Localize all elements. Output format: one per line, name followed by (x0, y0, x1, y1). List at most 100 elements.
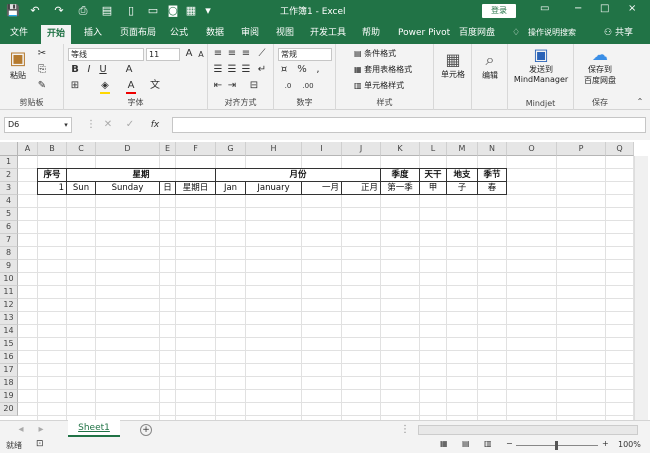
row-header[interactable]: 6 (0, 221, 18, 234)
column-header[interactable]: F (176, 142, 216, 156)
quick-print-icon[interactable]: ▤ (100, 3, 114, 19)
row-header[interactable]: 13 (0, 312, 18, 325)
phonetic-guide-icon[interactable]: 文 (150, 80, 160, 92)
cancel-icon[interactable]: ✕ (102, 119, 114, 131)
tab-insert[interactable]: 插入 (84, 26, 102, 42)
font-color-icon[interactable]: A (126, 80, 136, 94)
row-header[interactable]: 18 (0, 377, 18, 390)
row-header[interactable]: 3 (0, 182, 18, 195)
accounting-icon[interactable]: ¤ (278, 64, 290, 76)
decrease-indent-icon[interactable]: ⇤ (212, 80, 224, 92)
new-icon[interactable]: ▯ (124, 3, 138, 19)
column-header[interactable]: M (447, 142, 478, 156)
align-right-icon[interactable]: ☰ (240, 64, 252, 76)
horizontal-scrollbar[interactable] (418, 425, 638, 435)
data-cell[interactable]: 日 (160, 182, 175, 194)
data-cell[interactable]: Sunday (96, 182, 159, 194)
column-header[interactable]: J (342, 142, 381, 156)
column-header[interactable]: I (302, 142, 342, 156)
page-break-view-icon[interactable]: ▥ (484, 439, 492, 448)
column-header[interactable]: N (478, 142, 507, 156)
column-header[interactable]: G (216, 142, 246, 156)
tab-data[interactable]: 数据 (206, 26, 224, 42)
column-header[interactable]: A (18, 142, 38, 156)
grid-icon[interactable]: ▦ (184, 3, 198, 19)
save-icon[interactable]: 💾 (6, 3, 20, 19)
save-to-baidu-button[interactable]: ☁ 保存到 百度网盘 (576, 46, 624, 86)
row-header[interactable]: 8 (0, 247, 18, 260)
comma-icon[interactable]: , (312, 64, 324, 76)
tab-home[interactable]: 开始 (41, 25, 72, 44)
conditional-format-button[interactable]: ▤ 条件格式 (354, 48, 396, 59)
shrink-font-icon[interactable]: A (196, 49, 206, 61)
align-top-icon[interactable]: ≡ (212, 48, 224, 60)
data-cell[interactable]: 1 (38, 182, 66, 194)
header-cell[interactable]: 月份 (216, 169, 380, 181)
column-header[interactable]: L (420, 142, 447, 156)
row-header[interactable]: 5 (0, 208, 18, 221)
collapse-ribbon-icon[interactable]: ⌃ (634, 96, 646, 108)
increase-indent-icon[interactable]: ⇥ (226, 80, 238, 92)
new-sheet-icon[interactable]: + (140, 424, 152, 436)
align-center-icon[interactable]: ☰ (226, 64, 238, 76)
row-header[interactable]: 16 (0, 351, 18, 364)
cells-button[interactable]: ▦ 单元格 (438, 50, 468, 80)
column-header[interactable]: C (67, 142, 96, 156)
tab-file[interactable]: 文件 (10, 26, 28, 42)
tab-developer[interactable]: 开发工具 (310, 26, 346, 42)
zoom-slider-thumb[interactable] (555, 441, 558, 450)
data-cell[interactable]: January (246, 182, 301, 194)
tab-view[interactable]: 视图 (276, 26, 294, 42)
data-cell[interactable]: 星期日 (176, 182, 215, 194)
number-format-select[interactable]: 常规 (278, 48, 332, 61)
close-button[interactable]: × (628, 3, 636, 14)
column-header[interactable]: E (160, 142, 176, 156)
data-cell[interactable]: 春 (478, 182, 506, 194)
camera-icon[interactable]: ◙ (166, 3, 180, 19)
redo-icon[interactable]: ↷ (52, 3, 66, 19)
tab-page-layout[interactable]: 页面布局 (120, 26, 156, 42)
maximize-button[interactable]: □ (600, 3, 609, 14)
row-header[interactable]: 15 (0, 338, 18, 351)
cell-styles-button[interactable]: ▥ 单元格样式 (354, 80, 404, 91)
column-header[interactable]: B (38, 142, 67, 156)
row-header[interactable]: 10 (0, 273, 18, 286)
italic-icon[interactable]: I (84, 64, 94, 76)
align-middle-icon[interactable]: ≡ (226, 48, 238, 60)
paste-button[interactable]: ▣ 粘贴 (6, 48, 30, 81)
row-header[interactable]: 20 (0, 403, 18, 416)
orientation-icon[interactable]: ⟋ (256, 48, 268, 60)
ribbon-display-icon[interactable]: ▭ (540, 3, 549, 14)
cut-icon[interactable]: ✂ (36, 48, 48, 60)
data-cell[interactable]: 一月 (302, 182, 341, 194)
more-icon[interactable]: ▾ (202, 3, 214, 19)
open-icon[interactable]: ▭ (146, 3, 160, 19)
header-cell[interactable]: 季节 (478, 169, 506, 181)
normal-view-icon[interactable]: ▦ (440, 439, 448, 448)
scroll-left-icon[interactable]: ◂ (16, 424, 26, 436)
scroll-right-icon[interactable]: ▸ (36, 424, 46, 436)
tab-power-pivot[interactable]: Power Pivot (398, 26, 450, 42)
vertical-scrollbar[interactable] (634, 156, 648, 420)
data-cell[interactable]: Jan (216, 182, 245, 194)
send-to-mindmanager-button[interactable]: ▣ 发送到 MindManager (512, 46, 570, 85)
header-cell[interactable]: 季度 (381, 169, 419, 181)
column-header[interactable]: O (507, 142, 557, 156)
data-cell[interactable]: 正月 (342, 182, 380, 194)
zoom-in-icon[interactable]: + (602, 439, 609, 448)
row-header[interactable]: 4 (0, 195, 18, 208)
column-header[interactable]: H (246, 142, 302, 156)
minimize-button[interactable]: − (574, 3, 582, 14)
tab-help[interactable]: 帮助 (362, 26, 380, 42)
row-header[interactable]: 7 (0, 234, 18, 247)
data-cell[interactable]: 甲 (420, 182, 446, 194)
row-header[interactable]: 9 (0, 260, 18, 273)
login-button[interactable]: 登录 (482, 4, 516, 18)
formula-input[interactable] (172, 117, 646, 133)
editing-button[interactable]: ⌕ 编辑 (476, 50, 504, 81)
data-cell[interactable]: Sun (67, 182, 95, 194)
lightbulb-icon[interactable]: ♢ (512, 26, 520, 42)
copy-icon[interactable]: ⎘ (36, 64, 48, 76)
zoom-out-icon[interactable]: − (506, 439, 513, 448)
underline-icon[interactable]: U (98, 64, 108, 76)
